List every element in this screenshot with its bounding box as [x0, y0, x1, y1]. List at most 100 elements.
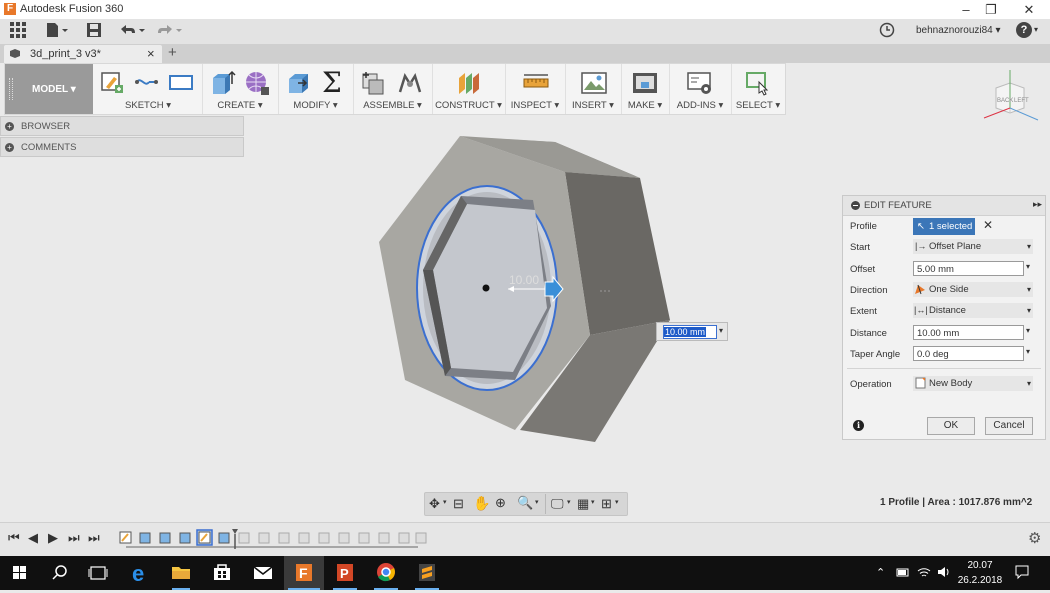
display-chevron-down-icon[interactable]: ▾: [567, 498, 571, 506]
help-chevron-down-icon[interactable]: ▾: [1034, 25, 1038, 34]
create-group[interactable]: CREATE ▾: [202, 64, 279, 114]
offset-plane-icon[interactable]: [456, 70, 480, 94]
job-status-clock-icon[interactable]: [878, 22, 896, 41]
construct-group[interactable]: CONSTRUCT ▾: [432, 64, 506, 114]
offset-chevron-down-icon[interactable]: ▾: [1026, 262, 1030, 271]
grid-chevron-down-icon[interactable]: ▾: [591, 498, 595, 506]
minimize-button[interactable]: –: [956, 1, 976, 18]
mail-icon[interactable]: [243, 556, 283, 590]
rectangle-tool-icon[interactable]: [168, 70, 193, 94]
user-account-menu[interactable]: behnaznorouzi84 ▾: [916, 25, 1001, 36]
distance-input-box[interactable]: 10.00 mm ▾: [656, 322, 728, 341]
info-icon[interactable]: i: [853, 420, 864, 431]
insert-group[interactable]: INSERT ▾: [565, 64, 622, 114]
step-back-icon[interactable]: ◀: [28, 530, 38, 546]
data-panel-grid-icon[interactable]: [8, 22, 28, 41]
go-to-end-icon[interactable]: ⏭: [88, 530, 100, 546]
clock-time[interactable]: 20.07: [958, 560, 1002, 571]
edit-feature-header[interactable]: EDIT FEATURE ▸▸: [843, 196, 1045, 216]
viewports-chevron-down-icon[interactable]: ▾: [615, 498, 619, 506]
search-icon[interactable]: [40, 556, 80, 590]
clock-date[interactable]: 26.2.2018: [952, 575, 1008, 586]
show-hidden-icons-chevron-up-icon[interactable]: ⌃: [876, 566, 885, 579]
workspace-switcher-button[interactable]: MODEL ▾: [5, 64, 93, 114]
undo-icon[interactable]: [118, 22, 146, 41]
taper-angle-input[interactable]: 0.0 deg: [913, 346, 1024, 361]
measure-icon[interactable]: [523, 70, 549, 94]
start-dropdown[interactable]: |→ Offset Plane ▾: [913, 239, 1033, 254]
assemble-group[interactable]: ASSEMBLE ▾: [353, 64, 433, 114]
inspect-group[interactable]: INSPECT ▾: [505, 64, 566, 114]
close-window-button[interactable]: ✕: [1019, 1, 1039, 18]
sublime-text-icon[interactable]: [407, 556, 447, 590]
sigma-parameters-icon[interactable]: Σ: [322, 69, 346, 97]
extent-dropdown[interactable]: |↔| Distance ▾: [913, 303, 1033, 318]
clear-selection-icon[interactable]: ✕: [983, 218, 993, 232]
profile-selection-button[interactable]: ↖ 1 selected: [913, 218, 975, 235]
view-cube[interactable]: BACK LEFT: [980, 68, 1042, 126]
cancel-button[interactable]: Cancel: [985, 417, 1033, 435]
powerpoint-icon[interactable]: P: [325, 556, 365, 590]
look-at-icon[interactable]: ⊟: [453, 496, 464, 512]
display-settings-icon[interactable]: 🖵: [551, 496, 564, 512]
expand-browser-icon[interactable]: +: [5, 122, 14, 131]
form-sculpt-icon[interactable]: [244, 70, 269, 95]
close-tab-icon[interactable]: ×: [147, 46, 155, 61]
edge-browser-icon[interactable]: e: [120, 556, 160, 590]
chrome-icon[interactable]: [366, 556, 406, 590]
viewports-icon[interactable]: ⊞: [601, 496, 612, 512]
distance-field[interactable]: 10.00 mm: [913, 325, 1024, 340]
timeline-settings-gear-icon[interactable]: ⚙: [1028, 529, 1041, 547]
restore-button[interactable]: ❐: [981, 1, 1001, 18]
document-tab[interactable]: 3d_print_3 v3* ×: [4, 45, 162, 63]
fit-chevron-down-icon[interactable]: ▾: [535, 498, 539, 506]
task-view-icon[interactable]: [78, 556, 118, 590]
expand-panel-icon[interactable]: ▸▸: [1033, 199, 1042, 210]
insert-canvas-icon[interactable]: [581, 70, 607, 94]
operation-dropdown[interactable]: New Body ▾: [913, 376, 1033, 391]
fusion-360-taskbar-icon[interactable]: F: [284, 556, 324, 590]
distance-field-chevron-down-icon[interactable]: ▾: [1026, 326, 1030, 335]
sketch-group[interactable]: SKETCH ▾: [94, 64, 203, 114]
joint-icon[interactable]: [397, 70, 422, 94]
windows-start-icon[interactable]: [0, 556, 40, 590]
scripts-add-ins-icon[interactable]: [687, 70, 711, 94]
redo-icon[interactable]: [155, 22, 183, 41]
new-tab-button[interactable]: +: [168, 44, 177, 61]
comments-panel-header[interactable]: + COMMENTS: [0, 137, 244, 157]
orbit-chevron-down-icon[interactable]: ▾: [443, 498, 447, 506]
create-sketch-icon[interactable]: [100, 70, 124, 94]
store-icon[interactable]: [202, 556, 242, 590]
volume-icon[interactable]: [936, 565, 950, 579]
battery-icon[interactable]: [896, 565, 910, 579]
grid-snaps-icon[interactable]: ▦: [577, 496, 589, 512]
step-forward-icon[interactable]: ⏭: [68, 530, 80, 546]
file-explorer-icon[interactable]: [161, 556, 201, 590]
distance-chevron-down-icon[interactable]: ▾: [719, 326, 723, 335]
go-to-start-icon[interactable]: ⏮: [8, 530, 20, 546]
press-pull-icon[interactable]: [286, 70, 310, 94]
select-window-icon[interactable]: [745, 70, 769, 96]
pan-hand-icon[interactable]: ✋: [473, 495, 490, 512]
taper-angle-chevron-down-icon[interactable]: ▾: [1026, 347, 1030, 356]
3d-print-icon[interactable]: [632, 70, 657, 94]
modify-group[interactable]: Σ MODIFY ▾: [278, 64, 354, 114]
add-ins-group[interactable]: ADD-INS ▾: [669, 64, 732, 114]
fit-icon[interactable]: 🔍: [517, 495, 533, 511]
play-icon[interactable]: ▶: [48, 530, 58, 546]
save-icon[interactable]: [85, 22, 103, 41]
action-center-icon[interactable]: [1014, 564, 1030, 580]
direction-dropdown[interactable]: One Side ▾: [913, 282, 1033, 297]
timeline-features[interactable]: [118, 529, 428, 551]
new-component-icon[interactable]: [361, 70, 385, 95]
select-group[interactable]: SELECT ▾: [731, 64, 785, 114]
extrude-icon[interactable]: [210, 70, 236, 94]
file-menu-icon[interactable]: [44, 22, 70, 41]
expand-comments-icon[interactable]: +: [5, 143, 14, 152]
hex-nut-model[interactable]: 10.00: [375, 130, 695, 450]
help-icon[interactable]: ?: [1016, 22, 1032, 38]
offset-input[interactable]: 5.00 mm: [913, 261, 1024, 276]
distance-input[interactable]: 10.00 mm: [663, 325, 717, 339]
zoom-icon[interactable]: ⊕: [495, 495, 506, 511]
orbit-icon[interactable]: ✥: [429, 496, 440, 512]
